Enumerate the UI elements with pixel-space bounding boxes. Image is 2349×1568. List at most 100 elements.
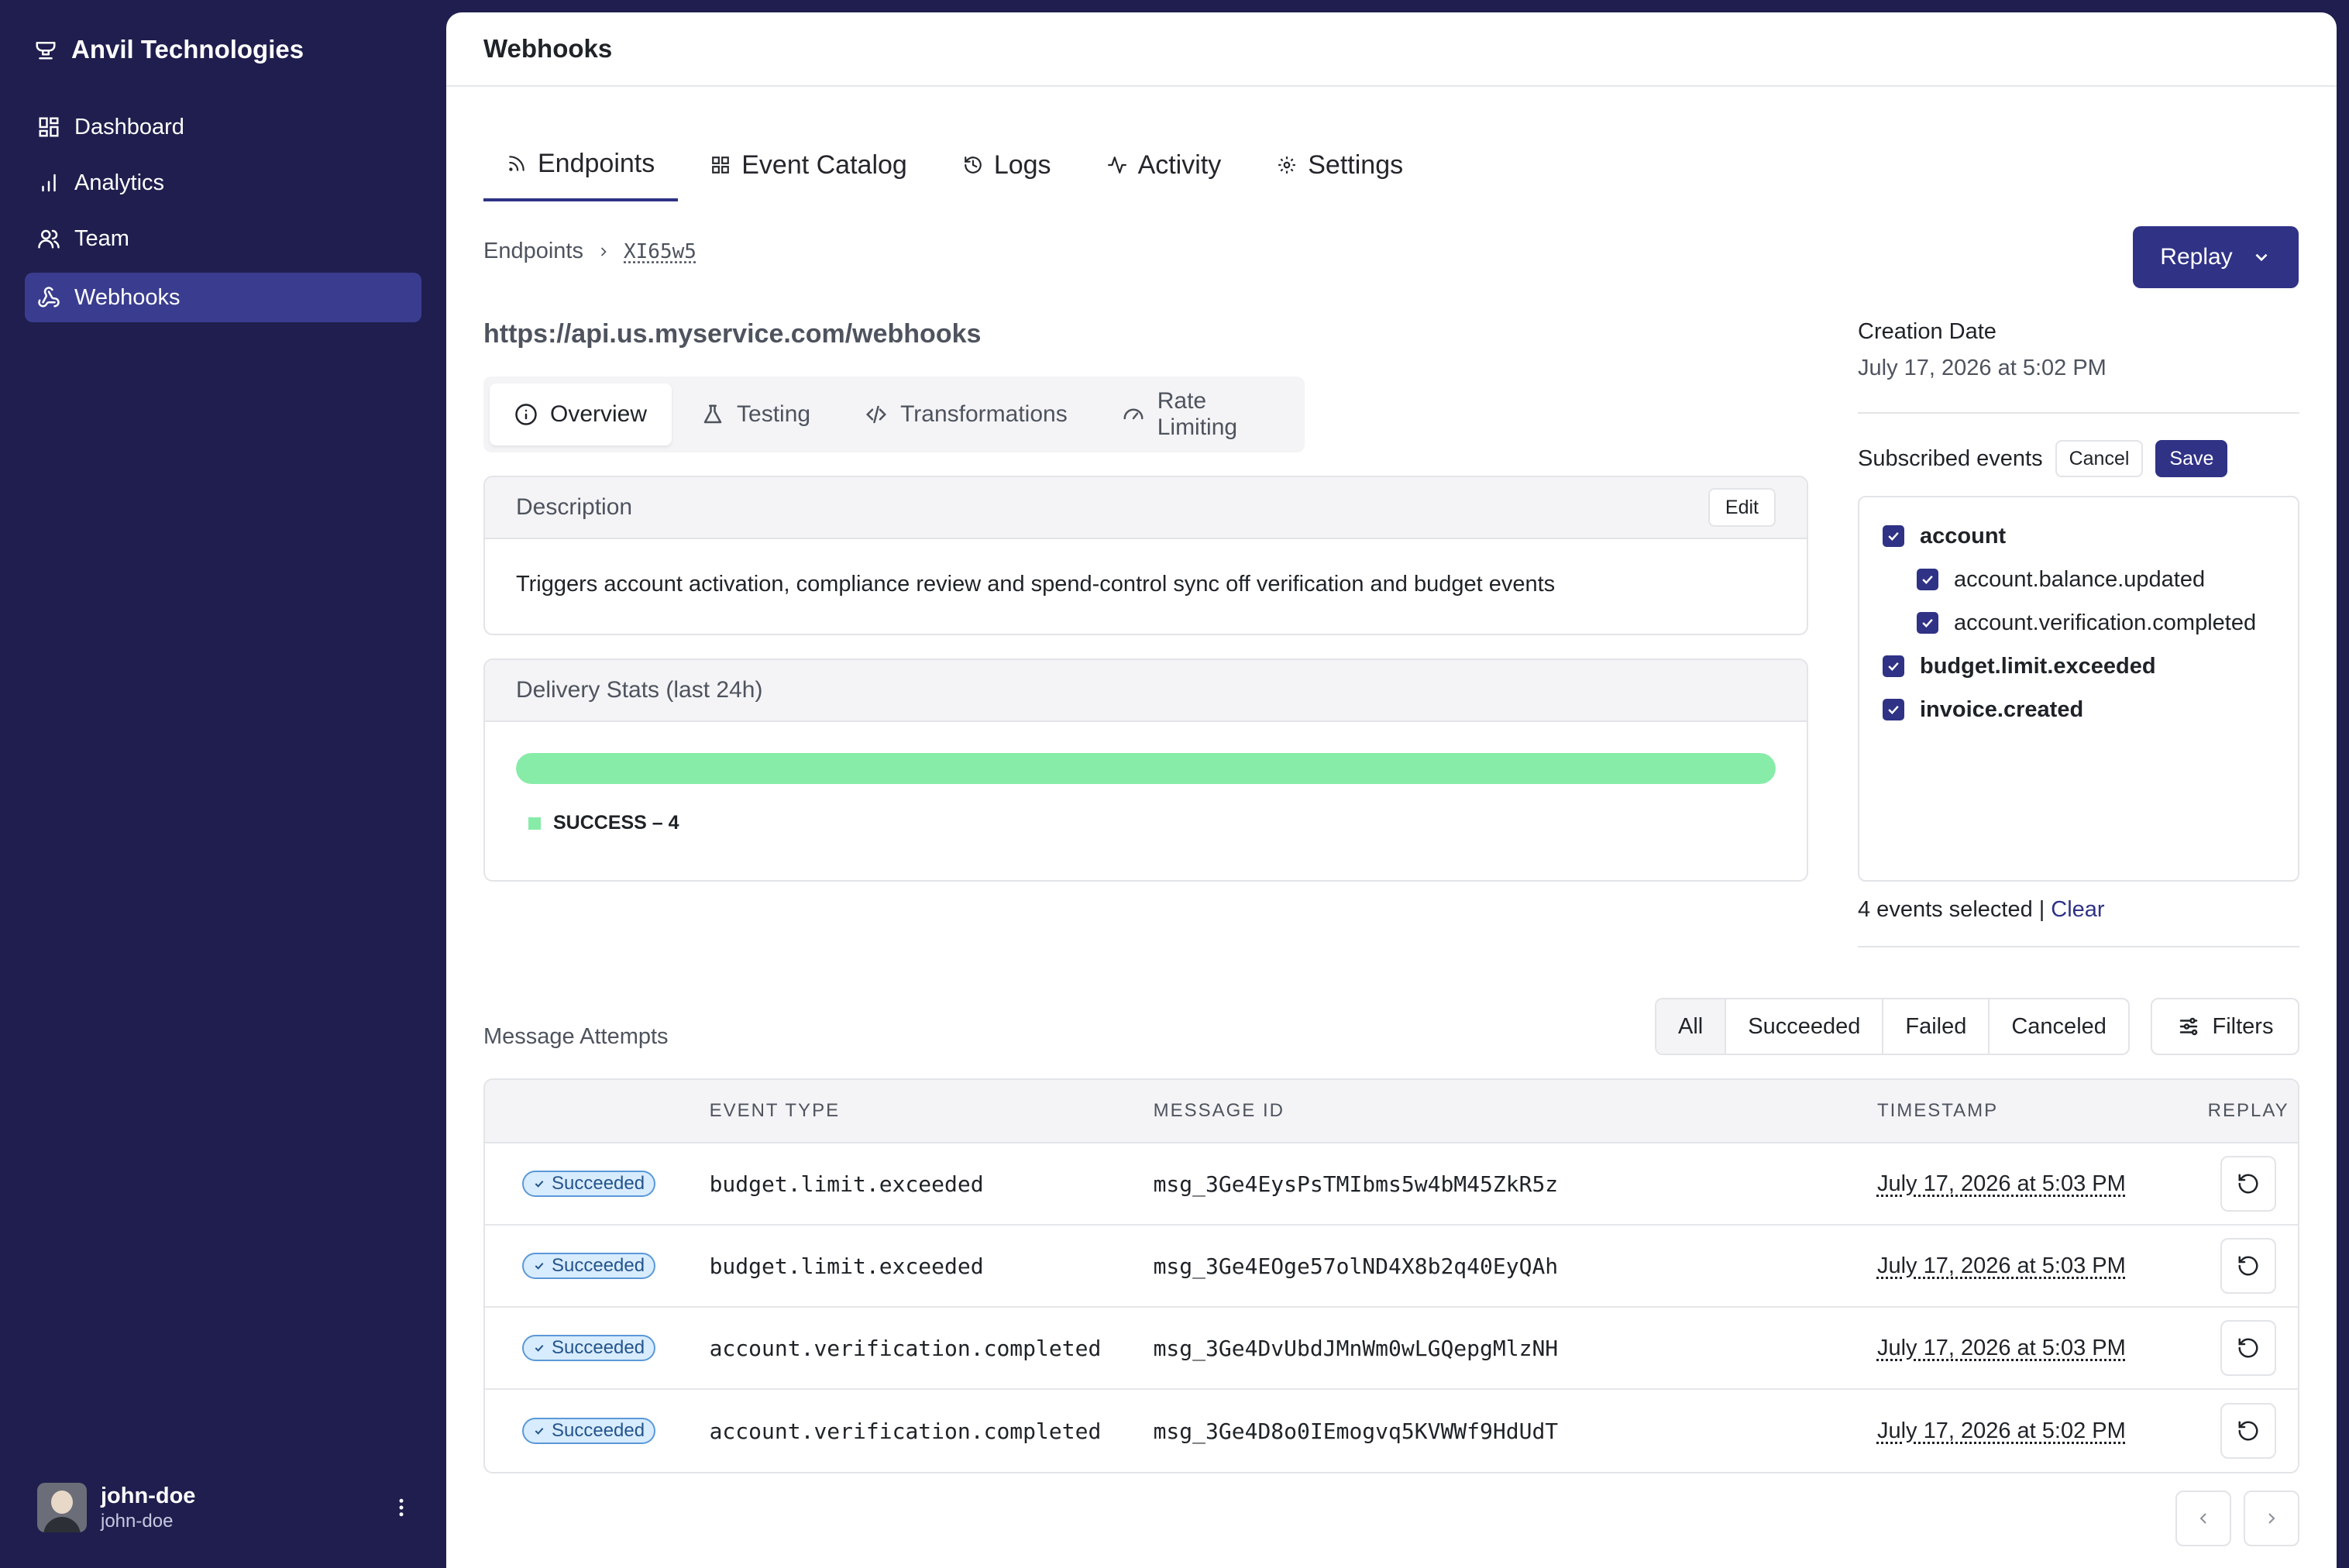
checkbox-checked[interactable] — [1883, 699, 1904, 720]
checkbox-checked[interactable] — [1917, 569, 1938, 590]
description-title: Description — [516, 494, 633, 520]
chevron-down-icon — [2251, 247, 2272, 267]
column-timestamp: TIMESTAMP — [1876, 1100, 1999, 1121]
subtab-overview[interactable]: Overview — [490, 383, 672, 445]
success-swatch — [528, 817, 541, 830]
more-vertical-icon[interactable] — [386, 1492, 417, 1523]
breadcrumb-endpoint-id[interactable]: XI65w5 — [624, 240, 696, 263]
previous-page-button[interactable] — [2175, 1491, 2231, 1546]
event-item-invoice-created[interactable]: invoice.created — [1859, 688, 2298, 731]
event-item-account-verification-completed[interactable]: account.verification.completed — [1859, 601, 2298, 645]
tab-label: Event Catalog — [741, 150, 907, 180]
sidebar: Anvil Technologies Dashboard Analytics T… — [0, 0, 446, 1568]
subtab-testing[interactable]: Testing — [676, 383, 835, 445]
delivery-success-fill — [516, 753, 1776, 784]
edit-description-button[interactable]: Edit — [1708, 488, 1776, 527]
rotate-ccw-icon — [2238, 1338, 2258, 1358]
tab-label: Logs — [993, 150, 1051, 180]
delivery-legend: SUCCESS – 4 — [516, 812, 1776, 834]
cancel-button[interactable]: Cancel — [2055, 440, 2144, 477]
chevron-right-icon — [2268, 1513, 2275, 1524]
event-type-cell: budget.limit.exceeded — [709, 1171, 984, 1197]
success-legend-label: SUCCESS – 4 — [553, 812, 679, 834]
brand[interactable]: Anvil Technologies — [34, 31, 304, 68]
delivery-stats-panel: Delivery Stats (last 24h) SUCCESS – 4 — [483, 658, 1808, 882]
table-row[interactable]: Succeeded account.verification.completed… — [485, 1390, 2298, 1472]
message-id-cell[interactable]: msg_3Ge4EOge57olND4X8b2q40EyQAh — [1154, 1253, 1877, 1279]
rotate-ccw-icon — [2238, 1421, 2258, 1441]
table-row[interactable]: Succeeded budget.limit.exceeded msg_3Ge4… — [485, 1226, 2298, 1308]
endpoint-subtabs: Overview Testing Transformations Rate Li… — [483, 377, 1305, 452]
status-badge: Succeeded — [522, 1253, 656, 1279]
column-replay: REPLAY — [2207, 1100, 2289, 1121]
subscribed-events-label: Subscribed events — [1858, 445, 2043, 471]
tab-event-catalog[interactable]: Event Catalog — [687, 129, 930, 201]
info-icon — [514, 403, 538, 426]
breadcrumb-endpoints-link[interactable]: Endpoints — [483, 239, 583, 264]
sidebar-item-analytics[interactable]: Analytics — [25, 158, 421, 208]
replay-row-button[interactable] — [2220, 1403, 2277, 1459]
description-text: Triggers account activation, compliance … — [516, 572, 1556, 597]
event-name: budget.limit.exceeded — [1920, 653, 2156, 679]
message-id-cell[interactable]: msg_3Ge4DvUbdJMnWm0wLGQepgMlzNH — [1154, 1336, 1877, 1361]
users-icon — [37, 227, 60, 250]
sidebar-item-team[interactable]: Team — [25, 214, 421, 263]
page-title: Webhooks — [483, 34, 613, 63]
tab-endpoints[interactable]: Endpoints — [483, 129, 679, 201]
clear-events-link[interactable]: Clear — [2051, 897, 2104, 923]
timestamp-cell[interactable]: July 17, 2026 at 5:03 PM — [1877, 1171, 2199, 1197]
tab-activity[interactable]: Activity — [1084, 129, 1245, 201]
tab-logs[interactable]: Logs — [940, 129, 1075, 201]
breadcrumb: Endpoints XI65w5 — [483, 239, 696, 264]
subtab-rate-limiting[interactable]: Rate Limiting — [1097, 383, 1305, 445]
table-header: EVENT TYPE MESSAGE ID TIMESTAMP REPLAY — [485, 1080, 2298, 1143]
filter-canceled[interactable]: Canceled — [1990, 999, 2128, 1054]
message-id-cell[interactable]: msg_3Ge4EysPsTMIbms5w4bM45ZkR5z — [1154, 1171, 1877, 1197]
replay-row-button[interactable] — [2220, 1320, 2277, 1376]
description-panel: Description Edit Triggers account activa… — [483, 476, 1808, 635]
filter-succeeded[interactable]: Succeeded — [1726, 999, 1884, 1054]
replay-row-button[interactable] — [2220, 1156, 2277, 1212]
filter-all[interactable]: All — [1656, 999, 1727, 1054]
sidebar-item-dashboard[interactable]: Dashboard — [25, 102, 421, 152]
subtab-transformations[interactable]: Transformations — [840, 383, 1092, 445]
event-item-account[interactable]: account — [1859, 514, 2298, 558]
tab-settings[interactable]: Settings — [1254, 129, 1426, 201]
separator: | — [2038, 897, 2045, 922]
replay-button[interactable]: Replay — [2133, 226, 2299, 288]
checkbox-checked[interactable] — [1883, 655, 1904, 677]
save-button[interactable]: Save — [2155, 440, 2228, 477]
message-id-cell[interactable]: msg_3Ge4D8o0IEmogvq5KVWWf9HdUdT — [1154, 1418, 1877, 1444]
dashboard-icon — [37, 115, 60, 139]
event-item-account-balance-updated[interactable]: account.balance.updated — [1859, 558, 2298, 601]
event-type-cell: account.verification.completed — [709, 1418, 1102, 1444]
column-event-type: EVENT TYPE — [709, 1100, 841, 1121]
table-row[interactable]: Succeeded account.verification.completed… — [485, 1308, 2298, 1390]
replay-row-button[interactable] — [2220, 1238, 2277, 1294]
sidebar-item-webhooks[interactable]: Webhooks — [25, 273, 421, 322]
history-icon — [963, 155, 983, 175]
filter-failed[interactable]: Failed — [1883, 999, 1990, 1054]
description-header: Description Edit — [485, 477, 1807, 539]
status-badge: Succeeded — [522, 1171, 656, 1197]
user-profile[interactable]: john-doe john-doe — [37, 1481, 417, 1534]
timestamp-cell[interactable]: July 17, 2026 at 5:03 PM — [1877, 1336, 2199, 1361]
creation-date-label: Creation Date — [1858, 319, 1996, 344]
event-item-budget-limit-exceeded[interactable]: budget.limit.exceeded — [1859, 645, 2298, 688]
checkbox-checked[interactable] — [1883, 525, 1904, 547]
tab-label: Activity — [1137, 150, 1222, 180]
endpoint-details: Creation Date July 17, 2026 at 5:02 PM S… — [1858, 319, 2299, 947]
tab-label: Settings — [1308, 150, 1404, 180]
filters-button[interactable]: Filters — [2151, 998, 2299, 1055]
events-selected-count: 4 events selected — [1858, 897, 2033, 922]
flask-icon — [701, 403, 724, 426]
sidebar-nav: Dashboard Analytics Team Webhooks — [25, 102, 421, 328]
timestamp-cell[interactable]: July 17, 2026 at 5:02 PM — [1877, 1418, 2199, 1444]
user-handle: john-doe — [101, 1510, 174, 1532]
table-row[interactable]: Succeeded budget.limit.exceeded msg_3Ge4… — [485, 1143, 2298, 1226]
timestamp-cell[interactable]: July 17, 2026 at 5:03 PM — [1877, 1253, 2199, 1279]
checkbox-checked[interactable] — [1917, 612, 1938, 634]
avatar — [37, 1483, 87, 1532]
delivery-stats-header: Delivery Stats (last 24h) — [485, 660, 1807, 722]
next-page-button[interactable] — [2244, 1491, 2299, 1546]
